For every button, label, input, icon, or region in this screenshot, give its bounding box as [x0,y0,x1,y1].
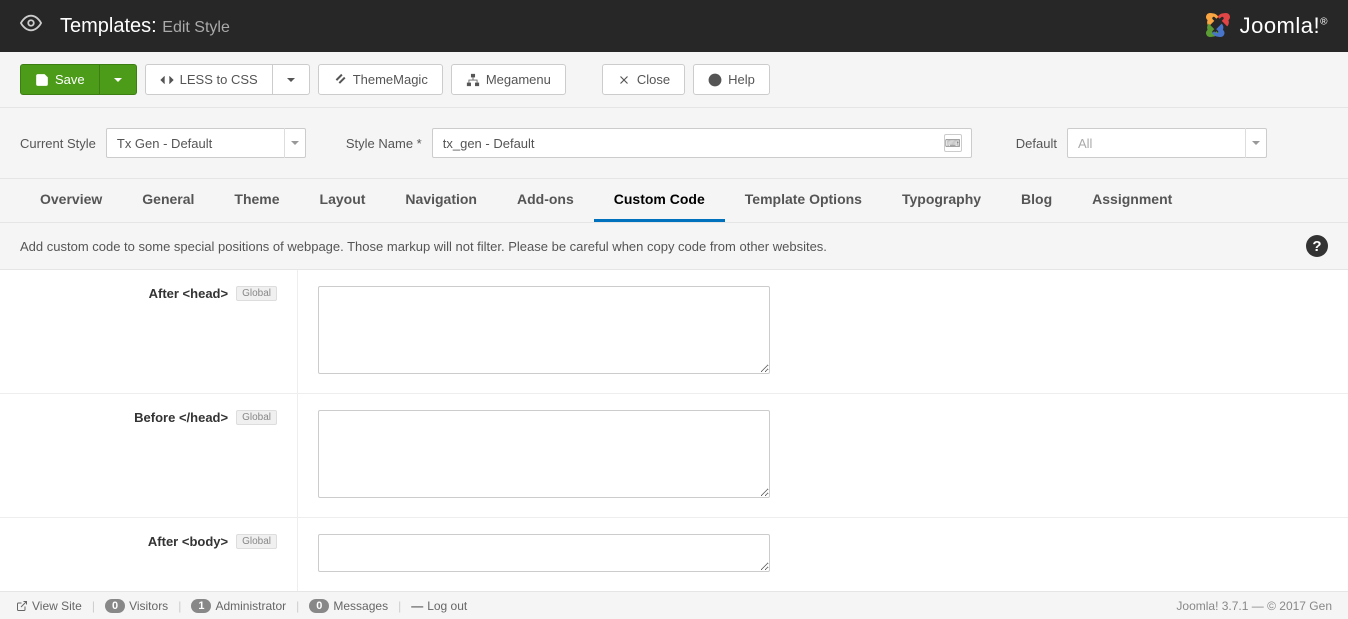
style-name-wrap: ⌨ [432,128,972,158]
messages-label: Messages [333,599,388,613]
tab-typography[interactable]: Typography [882,179,1001,222]
sitemap-icon [466,73,480,87]
save-dropdown-toggle[interactable] [100,64,137,95]
label-before-head-close: Before </head> [134,410,228,425]
default-value: All [1067,128,1267,158]
joomla-logo-icon [1202,9,1234,44]
logout-label: Log out [427,599,467,613]
admin-count: 1 [191,599,211,613]
tab-layout[interactable]: Layout [300,179,386,222]
brand-name: Joomla!® [1240,13,1328,39]
description-row: Add custom code to some special position… [0,223,1348,270]
footer: View Site | 0 Visitors | 1 Administrator… [0,591,1348,619]
label-col-after-head: After <head> Global [0,270,298,393]
style-name-input[interactable] [432,128,972,158]
page-title-sub: Edit Style [162,19,230,36]
external-icon [16,600,28,612]
brand-logo[interactable]: Joomla!® [1202,9,1328,44]
current-style-label: Current Style [20,136,96,151]
messages-count: 0 [309,599,329,613]
label-col-after-body: After <body> Global [0,518,298,591]
header-left: Templates: Edit Style [20,12,230,40]
eye-icon[interactable] [20,12,42,40]
tab-blog[interactable]: Blog [1001,179,1072,222]
close-label: Close [637,72,670,87]
compile-dropdown-toggle[interactable] [273,64,310,95]
footer-left: View Site | 0 Visitors | 1 Administrator… [16,599,467,613]
textarea-after-head[interactable] [318,286,770,374]
description-text: Add custom code to some special position… [20,239,827,254]
textarea-before-head-close[interactable] [318,410,770,498]
tab-custom-code[interactable]: Custom Code [594,179,725,222]
form-area: After <head> Global Before </head> Globa… [0,270,1348,591]
visitors-count: 0 [105,599,125,613]
field-col-after-body [298,518,1348,591]
default-label: Default [1016,136,1057,151]
save-label: Save [55,72,85,87]
logout-link[interactable]: — Log out [411,599,467,613]
minus-icon: — [411,599,423,613]
badge-global: Global [236,534,277,549]
view-site-link[interactable]: View Site [16,599,82,613]
code-icon [160,73,174,87]
style-name-label: Style Name * [346,136,422,151]
form-row-before-head-close: Before </head> Global [0,394,1348,518]
megamenu-button[interactable]: Megamenu [451,64,566,95]
footer-right: Joomla! 3.7.1 — © 2017 Gen [1176,599,1332,613]
close-icon [617,73,631,87]
admin-item[interactable]: 1 Administrator [191,599,286,613]
current-style-value: Tx Gen - Default [106,128,306,158]
view-site-label: View Site [32,599,82,613]
tab-overview[interactable]: Overview [20,179,122,222]
toolbar: Save LESS to CSS ThemeMagic Megamenu Clo… [0,52,1348,108]
style-row: Current Style Tx Gen - Default Style Nam… [0,108,1348,179]
label-after-head: After <head> [149,286,228,301]
chevron-down-icon [287,78,295,82]
badge-global: Global [236,410,277,425]
tab-theme[interactable]: Theme [214,179,299,222]
badge-global: Global [236,286,277,301]
field-col-before-head-close [298,394,1348,517]
tab-general[interactable]: General [122,179,214,222]
visitors-item[interactable]: 0 Visitors [105,599,168,613]
save-button[interactable]: Save [20,64,100,95]
default-select[interactable]: All [1067,128,1267,158]
close-button[interactable]: Close [602,64,685,95]
help-icon [708,73,722,87]
less-to-css-button[interactable]: LESS to CSS [145,64,273,95]
page-title-main: Templates: [60,15,157,37]
compile-button-group: LESS to CSS [145,64,310,95]
field-col-after-head [298,270,1348,393]
form-row-after-head: After <head> Global [0,270,1348,394]
form-row-after-body: After <body> Global [0,518,1348,591]
chevron-down-icon [114,78,122,82]
help-button[interactable]: Help [693,64,770,95]
current-style-select[interactable]: Tx Gen - Default [106,128,306,158]
save-button-group: Save [20,64,137,95]
label-after-body: After <body> [148,534,228,549]
help-label: Help [728,72,755,87]
magic-icon [333,73,347,87]
header: Templates: Edit Style Joomla!® [0,0,1348,52]
visitors-label: Visitors [129,599,168,613]
tabs: Overview General Theme Layout Navigation… [0,179,1348,223]
megamenu-label: Megamenu [486,72,551,87]
messages-item[interactable]: 0 Messages [309,599,388,613]
tab-assignment[interactable]: Assignment [1072,179,1192,222]
tab-navigation[interactable]: Navigation [385,179,497,222]
thememagic-button[interactable]: ThemeMagic [318,64,443,95]
tab-template-options[interactable]: Template Options [725,179,882,222]
less-to-css-label: LESS to CSS [180,72,258,87]
save-icon [35,73,49,87]
tab-addons[interactable]: Add-ons [497,179,594,222]
textarea-after-body[interactable] [318,534,770,572]
thememagic-label: ThemeMagic [353,72,428,87]
page-title: Templates: Edit Style [60,15,230,38]
help-circle-icon[interactable]: ? [1306,235,1328,257]
admin-label: Administrator [215,599,286,613]
label-col-before-head-close: Before </head> Global [0,394,298,517]
